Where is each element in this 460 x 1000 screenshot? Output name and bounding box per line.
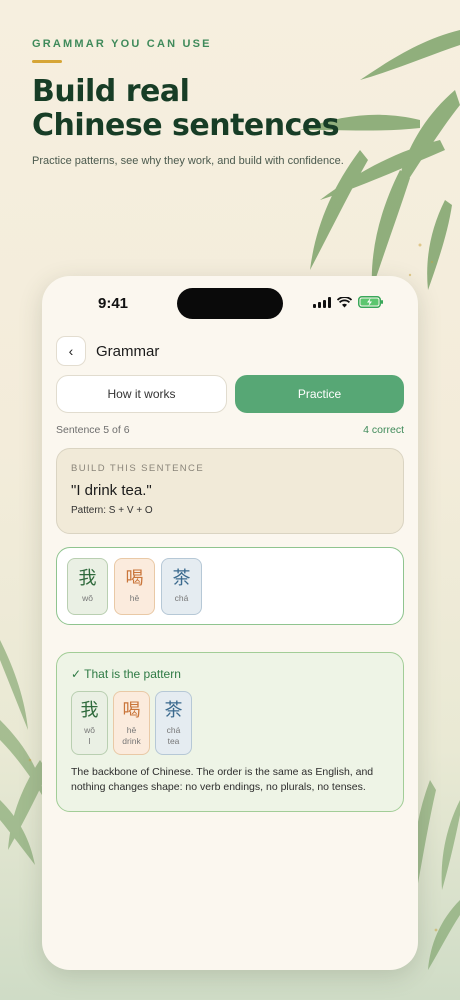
tile-pinyin: hē (126, 724, 137, 735)
battery-charging-icon (358, 296, 383, 308)
prompt-card: BUILD THIS SENTENCE "I drink tea." Patte… (56, 448, 404, 534)
dynamic-island (177, 288, 283, 319)
tab-practice[interactable]: Practice (235, 375, 404, 413)
tile-hanzi: 我 (80, 699, 99, 721)
result-tile: 喝 hē drink (113, 691, 150, 755)
headline: Build real Chinese sentences (32, 75, 432, 143)
result-tiles: 我 wǒ I 喝 hē drink 茶 chá tea (71, 691, 389, 755)
mode-tabs: How it works Practice (56, 375, 404, 413)
status-time: 9:41 (98, 295, 129, 312)
tile-pinyin: wǒ (82, 593, 93, 603)
eyebrow-label: GRAMMAR YOU CAN USE (32, 38, 212, 50)
tile-hanzi: 茶 (172, 568, 191, 589)
tile-hanzi: 茶 (164, 699, 183, 721)
tile-gloss: tea (167, 735, 180, 746)
tile-pinyin: wǒ (84, 724, 95, 735)
eyebrow-rule (32, 60, 62, 63)
word-tile[interactable]: 我 wǒ (67, 557, 108, 615)
wifi-icon (337, 296, 352, 307)
prompt-pattern: Pattern: S + V + O (71, 505, 153, 516)
headline-line-2: Chinese sentences (32, 108, 340, 143)
phone-screen: 9:41 ‹ Grammar How it works Practice Sen… (42, 276, 418, 970)
result-title: ✓ That is the pattern (71, 667, 181, 681)
tab-how-it-works[interactable]: How it works (56, 375, 227, 413)
tile-pinyin: chá (174, 593, 189, 603)
prompt-eyebrow: BUILD THIS SENTENCE (71, 463, 205, 474)
answer-area[interactable]: 我 wǒ 喝 hē 茶 chá (56, 547, 404, 625)
prompt-sentence: "I drink tea." (71, 482, 152, 499)
headline-line-1: Build real (32, 74, 190, 109)
word-tile[interactable]: 茶 chá (161, 557, 202, 615)
back-button[interactable]: ‹ (56, 336, 86, 366)
signal-icon (313, 296, 331, 308)
status-bar: 9:41 (42, 276, 418, 332)
tile-hanzi: 我 (78, 568, 97, 589)
page-title: Grammar (96, 342, 160, 360)
result-explanation: The backbone of Chinese. The order is th… (71, 766, 374, 793)
sentence-counter: Sentence 5 of 6 (56, 424, 130, 436)
tile-hanzi: 喝 (122, 699, 141, 721)
result-tile: 我 wǒ I (71, 691, 108, 755)
subhead: Practice patterns, see why they work, an… (32, 155, 344, 167)
tile-pinyin: chá (166, 724, 181, 735)
word-tile[interactable]: 喝 hē (114, 557, 155, 615)
tile-hanzi: 喝 (125, 568, 144, 589)
status-icons (313, 296, 384, 308)
tile-gloss: I (88, 735, 91, 746)
tile-gloss: drink (122, 735, 141, 746)
chevron-left-icon: ‹ (68, 343, 74, 359)
nav-bar: ‹ Grammar (56, 336, 159, 366)
hero-header: GRAMMAR YOU CAN USE Build real Chinese s… (32, 38, 432, 167)
tile-pinyin: hē (129, 593, 140, 603)
progress-row: Sentence 5 of 6 4 correct (56, 424, 404, 436)
result-card: ✓ That is the pattern 我 wǒ I 喝 hē drink … (56, 652, 404, 812)
result-tile: 茶 chá tea (155, 691, 192, 755)
correct-counter: 4 correct (363, 424, 404, 436)
